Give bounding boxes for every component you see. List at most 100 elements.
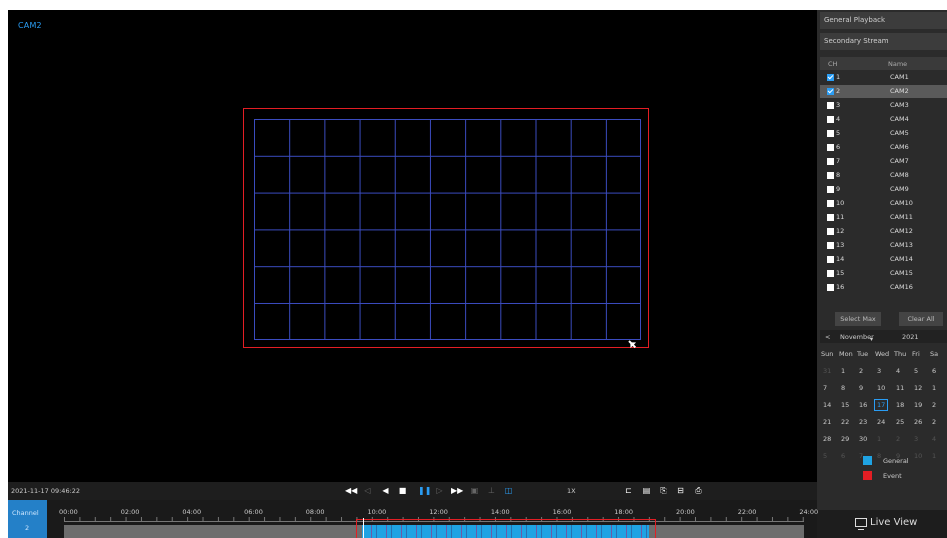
calendar-day[interactable]: 1: [877, 435, 881, 443]
calendar-day[interactable]: 28: [823, 435, 831, 443]
calendar-day[interactable]: 23: [859, 418, 867, 426]
live-view-button[interactable]: Live View: [817, 510, 947, 538]
fast-rewind-icon[interactable]: ◀◀: [345, 486, 357, 495]
channel-checkbox[interactable]: [827, 270, 834, 277]
select-max-button[interactable]: Select Max: [835, 312, 881, 326]
calendar-day[interactable]: 4: [896, 367, 900, 375]
channel-row[interactable]: 3 CAM3: [820, 99, 947, 112]
calendar-day[interactable]: 5: [823, 452, 827, 460]
channel-checkbox[interactable]: [827, 74, 834, 81]
calendar-day[interactable]: 22: [841, 418, 849, 426]
channel-row[interactable]: 15 CAM15: [820, 267, 947, 280]
month-dropdown-icon[interactable]: ▾: [870, 336, 873, 343]
prev-month-button[interactable]: <: [825, 333, 830, 341]
channel-row[interactable]: 13 CAM13: [820, 239, 947, 252]
channel-checkbox[interactable]: [827, 228, 834, 235]
calendar-day[interactable]: 12: [914, 384, 922, 392]
calendar-day[interactable]: 15: [841, 401, 849, 409]
calendar-day[interactable]: 21: [823, 418, 831, 426]
stream-select[interactable]: Secondary Stream: [820, 33, 947, 50]
lock-icon[interactable]: ⊟: [676, 486, 685, 495]
channel-checkbox[interactable]: [827, 242, 834, 249]
calendar-day[interactable]: 10: [914, 452, 922, 460]
channel-checkbox[interactable]: [827, 256, 834, 263]
channel-row[interactable]: 10 CAM10: [820, 197, 947, 210]
calendar-day[interactable]: 3: [914, 435, 918, 443]
channel-checkbox[interactable]: [827, 116, 834, 123]
year-select[interactable]: 2021: [902, 333, 919, 341]
channel-checkbox[interactable]: [827, 172, 834, 179]
calendar-day[interactable]: 8: [877, 452, 881, 460]
calendar-day[interactable]: 2: [932, 401, 936, 409]
channel-row[interactable]: 5 CAM5: [820, 127, 947, 140]
timeline-playhead[interactable]: [363, 518, 364, 538]
channel-checkbox[interactable]: [827, 102, 834, 109]
channel-row[interactable]: 7 CAM7: [820, 155, 947, 168]
stop-icon[interactable]: ■: [398, 486, 407, 495]
calendar-day[interactable]: 8: [841, 384, 845, 392]
clip-icon[interactable]: ▤: [642, 486, 651, 495]
calendar-day[interactable]: 17: [874, 399, 889, 411]
calendar-day[interactable]: 10: [877, 384, 885, 392]
channel-checkbox[interactable]: [827, 186, 834, 193]
calendar-day[interactable]: 2: [932, 418, 936, 426]
print-icon[interactable]: ⎙: [694, 486, 703, 495]
channel-row[interactable]: 8 CAM8: [820, 169, 947, 182]
channel-row[interactable]: 4 CAM4: [820, 113, 947, 126]
channel-row[interactable]: 6 CAM6: [820, 141, 947, 154]
download-icon[interactable]: ⊥: [487, 486, 496, 495]
calendar-day[interactable]: 2: [896, 435, 900, 443]
calendar-day[interactable]: 1: [841, 367, 845, 375]
calendar-day[interactable]: 3: [877, 367, 881, 375]
calendar-day[interactable]: 2: [859, 367, 863, 375]
month-select[interactable]: November: [840, 333, 874, 341]
calendar-day[interactable]: 7: [823, 384, 827, 392]
calendar-day[interactable]: 25: [896, 418, 904, 426]
tag-icon[interactable]: ⊏: [624, 486, 633, 495]
calendar-day[interactable]: 6: [841, 452, 845, 460]
channel-row[interactable]: 14 CAM14: [820, 253, 947, 266]
calendar-day[interactable]: 11: [896, 384, 904, 392]
calendar-day[interactable]: 19: [914, 401, 922, 409]
fast-forward-icon[interactable]: ▶▶: [451, 486, 463, 495]
calendar-day[interactable]: 31: [823, 367, 831, 375]
channel-checkbox[interactable]: [827, 144, 834, 151]
calendar-day[interactable]: 6: [932, 367, 936, 375]
video-view[interactable]: CAM2: [8, 10, 817, 482]
calendar-day[interactable]: 29: [841, 435, 849, 443]
calendar-day[interactable]: 14: [823, 401, 831, 409]
calendar-day[interactable]: 26: [914, 418, 922, 426]
clear-all-button[interactable]: Clear All: [899, 312, 943, 326]
calendar-day[interactable]: 1: [932, 452, 936, 460]
channel-row[interactable]: 12 CAM12: [820, 225, 947, 238]
calendar-day[interactable]: 16: [859, 401, 867, 409]
step-back-icon[interactable]: ◁: [363, 486, 372, 495]
motion-grid[interactable]: [254, 119, 641, 340]
timeline[interactable]: Channel 2 00:00 02:00 04:00 06:00 08:00 10:00…: [8, 500, 818, 538]
channel-row[interactable]: 16 CAM16: [820, 281, 947, 294]
calendar-day[interactable]: 5: [914, 367, 918, 375]
channel-checkbox[interactable]: [827, 158, 834, 165]
calendar-day[interactable]: 30: [859, 435, 867, 443]
calendar-day[interactable]: 24: [877, 418, 885, 426]
channel-checkbox[interactable]: [827, 284, 834, 291]
channel-tab[interactable]: Channel 2: [8, 500, 47, 538]
snapshot-icon[interactable]: ▣: [470, 486, 479, 495]
step-forward-icon[interactable]: ▷: [435, 486, 444, 495]
playback-mode-select[interactable]: General Playback: [820, 12, 947, 29]
channel-checkbox[interactable]: [827, 130, 834, 137]
calendar-day[interactable]: 9: [859, 384, 863, 392]
channel-row[interactable]: 1 CAM1: [820, 71, 947, 84]
channel-row[interactable]: 2 CAM2: [820, 85, 947, 98]
calendar-day[interactable]: 1: [932, 384, 936, 392]
calendar-day[interactable]: 18: [896, 401, 904, 409]
motion-detection-area[interactable]: [243, 108, 649, 348]
channel-checkbox[interactable]: [827, 200, 834, 207]
backup-icon[interactable]: ⎘: [659, 486, 668, 495]
channel-checkbox[interactable]: [827, 88, 834, 95]
smart-search-icon[interactable]: ◫: [504, 486, 513, 495]
channel-row[interactable]: 11 CAM11: [820, 211, 947, 224]
channel-checkbox[interactable]: [827, 214, 834, 221]
channel-row[interactable]: 9 CAM9: [820, 183, 947, 196]
reverse-play-icon[interactable]: ◀: [381, 486, 390, 495]
